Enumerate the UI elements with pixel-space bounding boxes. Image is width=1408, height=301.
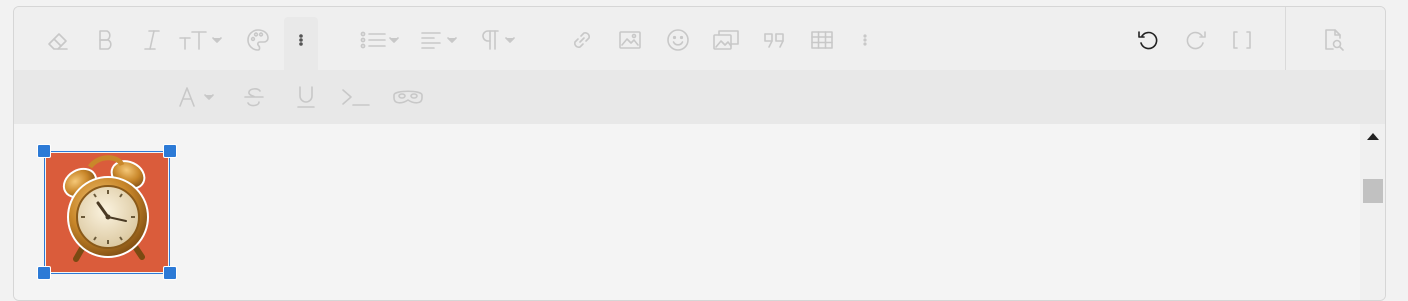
scroll-up-arrow-icon[interactable]	[1367, 133, 1379, 140]
preview-icon	[1325, 29, 1344, 51]
underline-button[interactable]	[290, 77, 322, 117]
mask-icon	[393, 90, 423, 104]
quote-icon	[764, 33, 784, 48]
resize-handle-top-right[interactable]	[163, 144, 177, 158]
redo-button[interactable]	[1180, 20, 1212, 60]
scrollbar-thumb[interactable]	[1363, 179, 1383, 203]
media-button[interactable]	[710, 20, 742, 60]
clear-format-button[interactable]	[42, 20, 74, 60]
link-icon	[574, 32, 590, 48]
table-button[interactable]	[806, 20, 838, 60]
italic-icon	[144, 30, 160, 50]
align-icon	[421, 32, 457, 49]
toolbar-row-main	[14, 7, 1385, 71]
list-button[interactable]	[358, 20, 404, 60]
selected-image[interactable]	[44, 151, 170, 274]
alarm-clock-image[interactable]	[46, 153, 168, 272]
quote-button[interactable]	[758, 20, 790, 60]
emoji-button[interactable]	[662, 20, 694, 60]
italic-button[interactable]	[136, 20, 168, 60]
insert-image-button[interactable]	[614, 20, 646, 60]
paragraph-button[interactable]	[478, 20, 524, 60]
vertical-scrollbar[interactable]	[1360, 124, 1385, 300]
text-size-icon	[179, 31, 222, 50]
toggle-bbcode-button[interactable]	[1226, 20, 1258, 60]
rich-text-editor	[13, 6, 1386, 301]
redo-icon	[1186, 31, 1206, 50]
resize-handle-top-left[interactable]	[37, 144, 51, 158]
font-icon	[179, 87, 214, 107]
color-button[interactable]	[242, 20, 274, 60]
eraser-icon	[48, 33, 68, 50]
more-vertical-icon	[863, 34, 867, 46]
alarm-clock-icon	[62, 155, 149, 262]
table-icon	[811, 31, 833, 49]
undo-icon	[1138, 31, 1158, 50]
more-insert-button[interactable]	[854, 20, 876, 60]
font-family-button[interactable]	[176, 77, 222, 117]
list-icon	[360, 31, 399, 49]
font-size-button[interactable]	[178, 20, 226, 60]
preview-button[interactable]	[1318, 20, 1350, 60]
resize-handle-bottom-right[interactable]	[163, 266, 177, 280]
brackets-icon	[1233, 31, 1251, 49]
editor-content-area[interactable]	[14, 124, 1360, 300]
palette-icon	[247, 29, 269, 51]
strikethrough-icon	[244, 88, 264, 107]
gallery-icon	[713, 30, 739, 50]
toolbar-divider	[1285, 7, 1286, 70]
smiley-icon	[667, 29, 689, 51]
terminal-icon	[342, 89, 370, 106]
bold-button[interactable]	[90, 20, 122, 60]
strikethrough-button[interactable]	[238, 77, 270, 117]
inline-code-button[interactable]	[338, 77, 374, 117]
align-button[interactable]	[418, 20, 464, 60]
more-text-button[interactable]	[290, 20, 312, 60]
spoiler-button[interactable]	[390, 77, 426, 117]
bold-icon	[99, 30, 112, 50]
underline-icon	[297, 86, 315, 108]
undo-button[interactable]	[1132, 20, 1164, 60]
editor-toolbar	[14, 7, 1385, 124]
toolbar-row-secondary	[14, 70, 1385, 124]
more-vertical-icon	[299, 34, 303, 46]
link-button[interactable]	[566, 20, 598, 60]
paragraph-icon	[482, 30, 515, 50]
image-icon	[619, 31, 641, 49]
resize-handle-bottom-left[interactable]	[37, 266, 51, 280]
